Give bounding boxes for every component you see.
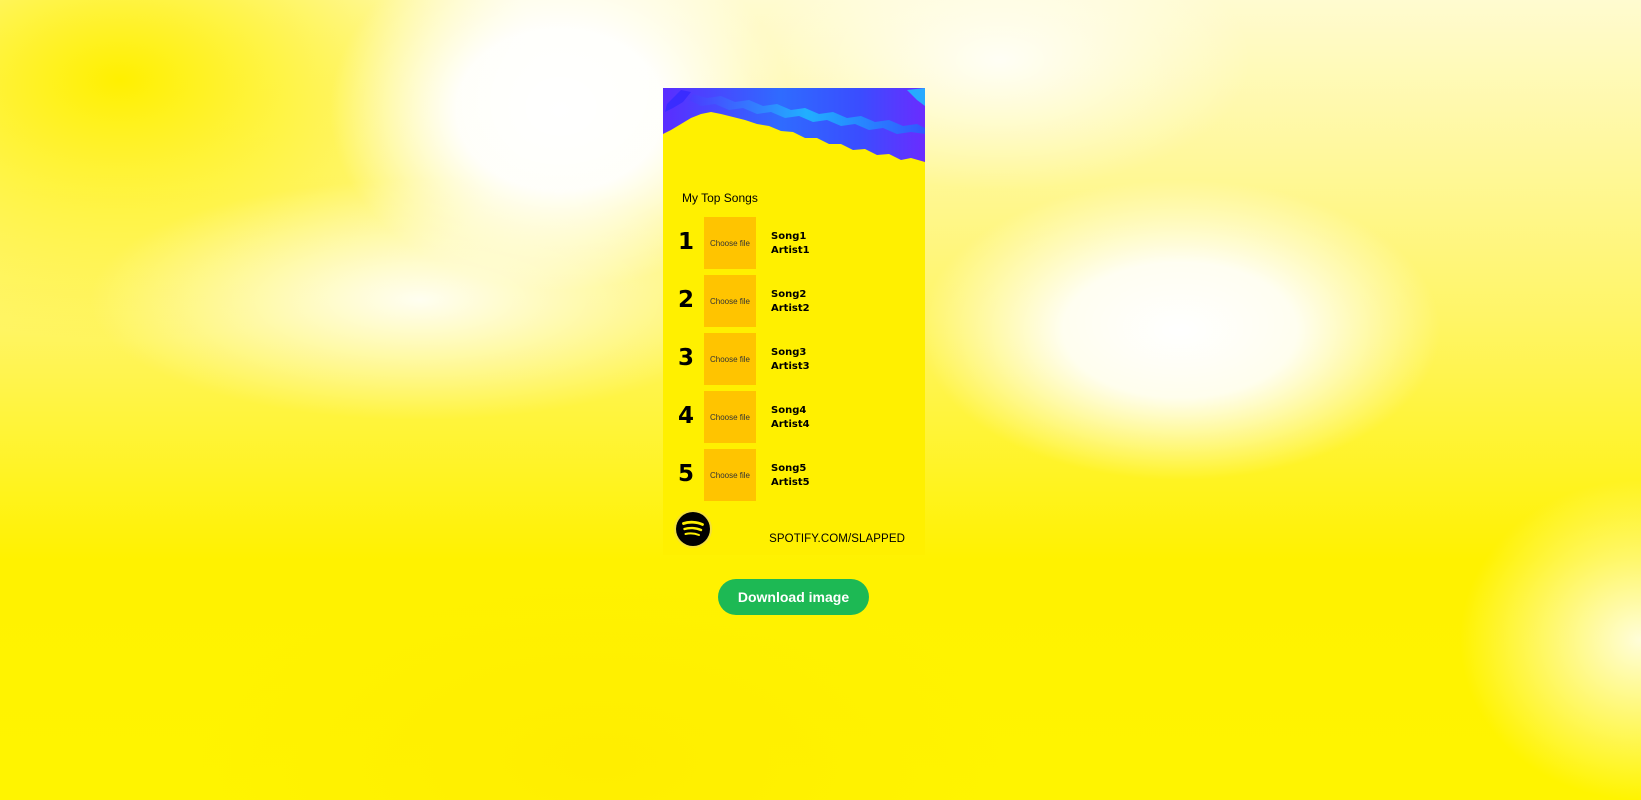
- track-info: Song3 Artist3: [771, 346, 810, 374]
- artist-name: Artist5: [771, 477, 810, 488]
- track-row: 3 Choose file Song3 Artist3: [663, 333, 925, 391]
- footer-url: SPOTIFY.COM/SLAPPED: [769, 533, 905, 545]
- track-info: Song2 Artist2: [771, 288, 810, 316]
- track-info: Song4 Artist4: [771, 404, 810, 432]
- wave-art-graphic: [663, 88, 925, 162]
- top-songs-card: My Top Songs 1 Choose file Song1 Artist1…: [663, 88, 925, 555]
- track-row: 4 Choose file Song4 Artist4: [663, 391, 925, 449]
- song-title: Song3: [771, 347, 807, 358]
- card-title: My Top Songs: [682, 191, 758, 205]
- song-title: Song4: [771, 405, 807, 416]
- track-info: Song5 Artist5: [771, 462, 810, 490]
- track-rank: 5: [677, 461, 694, 487]
- song-title: Song1: [771, 231, 807, 242]
- cover-file-input[interactable]: Choose file: [704, 333, 756, 385]
- song-title: Song2: [771, 289, 807, 300]
- artist-name: Artist2: [771, 303, 810, 314]
- cover-file-input[interactable]: Choose file: [704, 217, 756, 269]
- track-row: 1 Choose file Song1 Artist1: [663, 217, 925, 275]
- artist-name: Artist4: [771, 419, 810, 430]
- track-info: Song1 Artist1: [771, 230, 810, 258]
- track-list: 1 Choose file Song1 Artist1 2 Choose fil…: [663, 217, 925, 507]
- download-image-button[interactable]: Download image: [718, 579, 869, 615]
- artist-name: Artist3: [771, 361, 810, 372]
- track-row: 2 Choose file Song2 Artist2: [663, 275, 925, 333]
- cover-file-input[interactable]: Choose file: [704, 275, 756, 327]
- song-title: Song5: [771, 463, 807, 474]
- track-rank: 4: [677, 403, 694, 429]
- track-row: 5 Choose file Song5 Artist5: [663, 449, 925, 507]
- track-rank: 3: [677, 345, 694, 371]
- spotify-icon: [676, 512, 710, 546]
- track-rank: 1: [677, 229, 694, 255]
- artist-name: Artist1: [771, 245, 810, 256]
- cover-file-input[interactable]: Choose file: [704, 449, 756, 501]
- cover-file-input[interactable]: Choose file: [704, 391, 756, 443]
- track-rank: 2: [677, 287, 694, 313]
